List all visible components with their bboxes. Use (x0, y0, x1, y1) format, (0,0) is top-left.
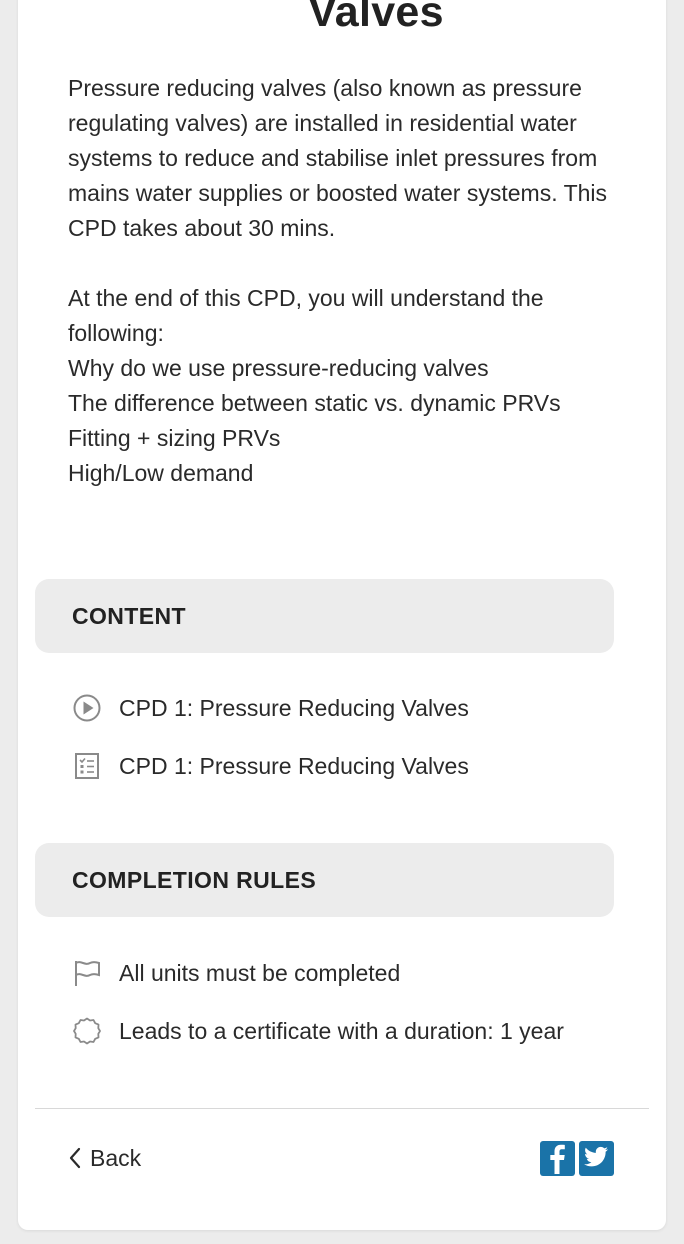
certificate-badge-icon (72, 1016, 102, 1046)
page-title: Valves (308, 0, 444, 36)
content-section-header: CONTENT (35, 579, 614, 653)
twitter-share-button[interactable] (579, 1141, 614, 1176)
facebook-icon (540, 1139, 575, 1179)
outcome-item: Fitting + sizing PRVs (68, 425, 281, 451)
description-paragraph: Pressure reducing valves (also known as … (68, 75, 608, 241)
facebook-share-button[interactable] (540, 1141, 575, 1176)
content-item-video[interactable]: CPD 1: Pressure Reducing Valves (72, 692, 469, 724)
twitter-icon (579, 1139, 614, 1179)
footer-divider (35, 1108, 649, 1109)
rule-label: Leads to a certificate with a duration: … (119, 1017, 564, 1044)
course-description: Pressure reducing valves (also known as … (68, 71, 628, 491)
back-button[interactable]: Back (68, 1140, 141, 1176)
rule-item-certificate: Leads to a certificate with a duration: … (72, 1015, 564, 1047)
content-heading: CONTENT (72, 602, 186, 629)
chevron-left-icon (68, 1146, 82, 1170)
content-item-label: CPD 1: Pressure Reducing Valves (119, 752, 469, 779)
completion-rules-section-header: COMPLETION RULES (35, 843, 614, 917)
back-label: Back (90, 1144, 142, 1171)
content-item-label: CPD 1: Pressure Reducing Valves (119, 694, 469, 721)
rule-item-units: All units must be completed (72, 957, 400, 989)
outcome-item: The difference between static vs. dynami… (68, 390, 561, 416)
outcomes-intro: At the end of this CPD, you will underst… (68, 285, 544, 346)
play-circle-icon (72, 693, 102, 723)
rule-label: All units must be completed (119, 959, 401, 986)
flag-icon (72, 958, 102, 988)
checklist-icon (72, 751, 102, 781)
outcome-item: High/Low demand (68, 460, 254, 486)
content-item-quiz[interactable]: CPD 1: Pressure Reducing Valves (72, 750, 469, 782)
completion-rules-heading: COMPLETION RULES (72, 866, 317, 893)
outcome-item: Why do we use pressure-reducing valves (68, 355, 489, 381)
